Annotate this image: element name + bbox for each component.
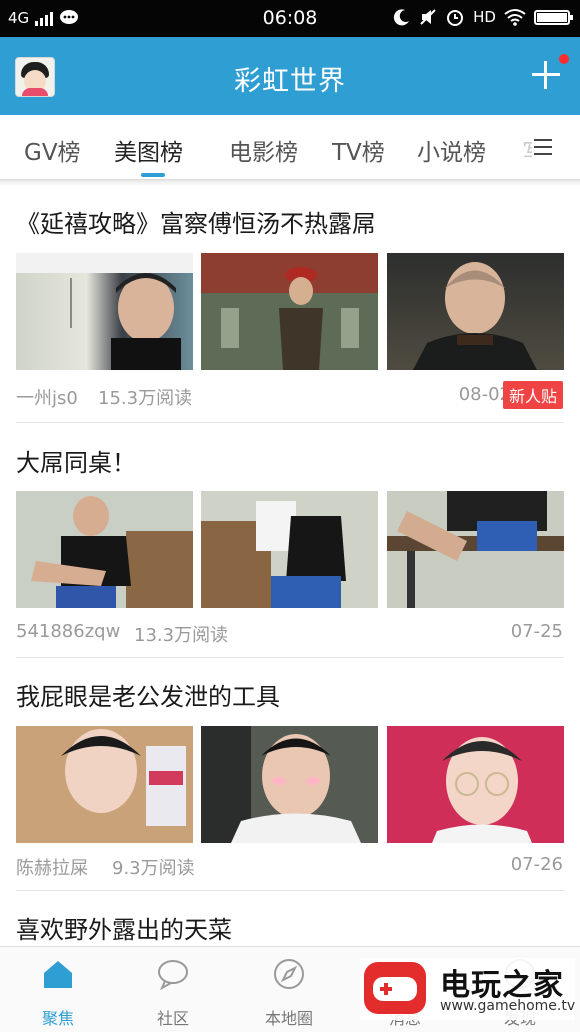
tab-tv[interactable]: TV榜 [332,133,385,167]
new-user-badge: 新人贴 [502,381,563,409]
battery-icon [534,9,573,25]
app-title: 彩虹世界 [234,66,346,97]
divider [16,422,564,423]
post-date: 07-26 [510,854,563,875]
post-thumbnail[interactable] [16,491,193,608]
post-thumbnail[interactable] [16,253,193,370]
post-title[interactable]: 喜欢野外露出的天菜 [16,910,232,945]
post-reads: 13.3万阅读 [134,625,229,646]
wifi-icon [504,9,526,26]
nav-label: 本地圈 [264,1009,313,1028]
post-author[interactable]: 一州js0 [16,384,78,410]
notification-dot [559,54,569,64]
category-tabs: GV榜 美图榜 电影榜 TV榜 小说榜 写 [0,115,580,180]
post-title[interactable]: 我屁眼是老公发泄的工具 [16,677,280,712]
post-thumbnail[interactable] [201,253,378,370]
tab-partial[interactable]: 写 [522,133,532,167]
status-bar: 4G 06:08 HD [0,0,580,37]
post-reads: 15.3万阅读 [98,388,193,409]
post-date: 07-25 [510,621,563,642]
post-author[interactable]: 541886zqw [16,621,120,642]
divider [16,890,564,891]
post-title[interactable]: 《延禧攻略》富察傅恒汤不热露屌 [16,204,376,239]
watermark-url: www.gamehome.tv [440,998,576,1014]
add-icon[interactable] [530,54,569,91]
moon-icon [394,9,410,26]
menu-icon[interactable] [534,139,552,155]
home-icon [44,961,72,988]
nav-focus[interactable]: 聚焦 [13,957,103,1029]
post-author[interactable]: 陈赫拉屎 [16,854,88,880]
post-reads: 9.3万阅读 [112,858,195,879]
nav-local[interactable]: 本地圈 [244,957,334,1029]
hd-label: HD [473,8,496,26]
nav-community[interactable]: 社区 [128,957,218,1029]
tab-movies[interactable]: 电影榜 [229,133,298,167]
nav-label: 社区 [156,1009,189,1028]
tab-photos[interactable]: 美图榜 [114,133,183,167]
tab-shadow [0,180,580,186]
active-tab-indicator [141,173,165,177]
nav-label: 聚焦 [41,1009,74,1028]
tab-novels[interactable]: 小说榜 [417,133,486,167]
post-title[interactable]: 大屌同桌！ [16,443,136,478]
post-thumbnail[interactable] [387,726,564,843]
post-thumbnail[interactable] [201,491,378,608]
gamepad-logo-icon [364,962,426,1014]
post-thumbnail[interactable] [387,253,564,370]
mute-icon [420,9,436,25]
post-thumbnail[interactable] [201,726,378,843]
tab-gv[interactable]: GV榜 [24,133,81,167]
watermark: 电玩之家 www.gamehome.tv [360,958,575,1020]
post-thumbnail[interactable] [16,726,193,843]
app-bar: 彩虹世界 [0,37,580,115]
compass-icon [274,959,304,989]
divider [16,657,564,658]
alarm-icon [447,10,464,26]
chat-icon [158,960,188,991]
post-thumbnail[interactable] [387,491,564,608]
